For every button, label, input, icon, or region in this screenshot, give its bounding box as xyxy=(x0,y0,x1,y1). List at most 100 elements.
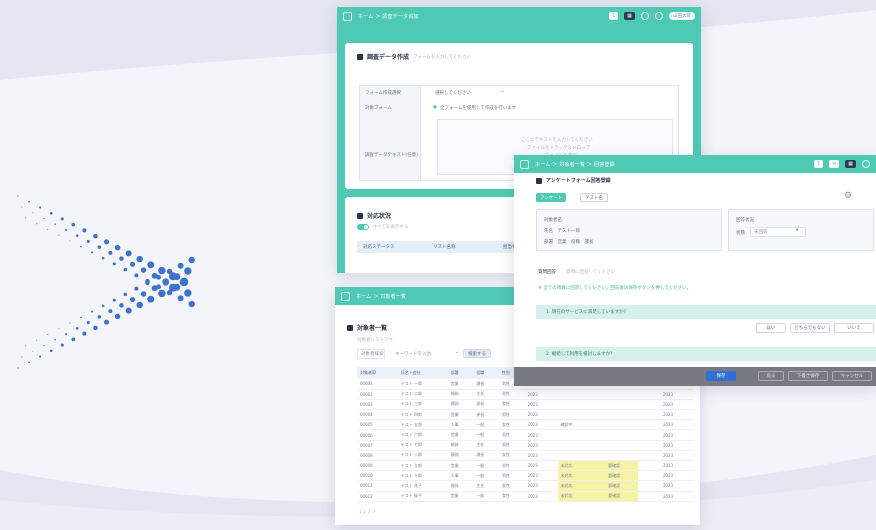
table-row[interactable]: 00008 テスト 八郎 開発 課長 女性 2023 2023 xyxy=(357,450,693,462)
save-button[interactable]: 保存 xyxy=(706,371,736,381)
table-cell: 2023 xyxy=(524,409,558,421)
filter-dropdown-icon[interactable]: ⌄ xyxy=(455,350,459,355)
filter-label: 対象者検索 xyxy=(361,352,384,357)
arrow-dot xyxy=(75,234,79,237)
draft-button[interactable]: 下書き保存 xyxy=(788,371,828,381)
arrow-dot xyxy=(112,298,116,302)
table-cell: 00010 xyxy=(357,470,398,482)
chevron-down-icon[interactable]: ⌄ xyxy=(501,89,505,94)
status-select-chevron-icon[interactable]: ▾ xyxy=(796,228,798,233)
answer-heading-title: アンケートフォーム回答登録 xyxy=(546,178,611,184)
arrow-dot xyxy=(47,334,49,336)
field3-label: 調査データテキスト(任意) xyxy=(365,153,418,158)
page-indicator[interactable]: 1 xyxy=(609,12,619,20)
table-cell: 女性 xyxy=(498,480,525,492)
table-cell: 2023 xyxy=(659,470,693,482)
arrow-dot xyxy=(136,255,143,263)
table-cell xyxy=(638,389,649,400)
column-header[interactable]: 氏名・会社 xyxy=(397,367,448,379)
arrow-dot xyxy=(158,289,166,298)
field2-value: 全フォームを使用して作成を行います xyxy=(440,106,517,111)
filter-field[interactable]: 対象者検索 xyxy=(357,349,385,359)
table-cell: 00003 xyxy=(357,399,398,411)
table-row[interactable]: 00006 テスト 六郎 営業 一般 男性 2023 2023 xyxy=(357,429,693,441)
filter-keyword-input[interactable]: キーワードを入力 xyxy=(391,349,453,359)
user-badge[interactable]: 山田太郎 xyxy=(669,12,695,20)
page-indicator[interactable]: 1 xyxy=(813,160,824,168)
arrow-dot xyxy=(91,310,94,313)
arrow-dot xyxy=(71,337,76,342)
arrow-dot xyxy=(71,222,76,227)
table-cell: 00004 xyxy=(357,409,398,421)
table-cell: 未対応 xyxy=(557,480,606,492)
arrow-dot xyxy=(21,206,23,208)
cancel-button[interactable]: キャンセル xyxy=(832,371,872,381)
menu-icon[interactable] xyxy=(343,11,352,21)
answer-window-title: ホーム ＞ 対象者一覧 ＞ 回答登録 xyxy=(535,161,615,168)
tab-survey[interactable]: アンケート xyxy=(536,193,567,202)
table-row[interactable]: 00007 テスト 七郎 総務 主任 男性 2023 2023 xyxy=(357,440,693,451)
answer-yes-button[interactable]: はい xyxy=(756,323,786,333)
table-cell: 要確認 xyxy=(605,460,639,472)
table-row[interactable]: 00004 テスト 四郎 営業 係長 男性 2023 2023 xyxy=(357,409,693,421)
table-row[interactable]: 00010 テスト 十郎 人事 一般 男性 2023 未対応 要確認 2023 xyxy=(357,470,693,482)
pager[interactable]: 1 2 3 ＞ xyxy=(359,509,376,515)
table-cell xyxy=(649,480,660,492)
table-cell: 一般 xyxy=(473,419,499,431)
bell-icon[interactable] xyxy=(862,160,870,168)
arrow-dot xyxy=(54,338,56,341)
table-row[interactable]: 00002 テスト 二郎 総務 主任 男性 2023 2023 xyxy=(357,389,693,400)
survey-sub: 質問に回答してください xyxy=(566,270,616,275)
arrow-dot xyxy=(162,279,169,286)
table-cell: 営業 xyxy=(447,429,474,441)
grid-icon[interactable]: ▦ xyxy=(624,12,635,20)
arrow-dot xyxy=(39,206,42,209)
field1-select[interactable]: 選択してください xyxy=(435,90,471,96)
arrow-dot xyxy=(108,309,113,314)
back-button[interactable]: 戻る xyxy=(758,371,784,381)
table-row[interactable]: 00009 テスト 九郎 営業 一般 男性 2023 未対応 要確認 2023 xyxy=(357,460,693,472)
help-icon[interactable] xyxy=(655,12,663,20)
column-header[interactable]: 役職 xyxy=(473,367,499,379)
answer-no-button[interactable]: いいえ xyxy=(834,323,874,333)
arrow-dot xyxy=(17,367,19,369)
bell-icon[interactable] xyxy=(641,12,649,20)
table-cell: 女性 xyxy=(498,419,525,431)
table-cell: 営業 xyxy=(447,409,474,421)
column-header[interactable]: 部署 xyxy=(447,367,474,379)
table-cell xyxy=(638,480,649,492)
table-cell xyxy=(649,460,660,472)
radio-checked-icon[interactable]: ● xyxy=(433,105,437,110)
menu-icon[interactable] xyxy=(520,159,529,169)
list-icon[interactable]: ≡ xyxy=(829,160,840,168)
menu-icon[interactable] xyxy=(341,291,350,301)
table-cell: 男性 xyxy=(498,440,525,451)
table-cell: 開発 xyxy=(447,450,474,462)
flag-icon xyxy=(357,212,363,219)
table-cell xyxy=(638,491,649,502)
table-row[interactable]: 00011 テスト 花子 開発 主任 女性 2023 未対応 要確認 2023 xyxy=(357,480,693,492)
table-row[interactable]: 00005 テスト 五郎 人事 一般 女性 2023 確認中 2023 xyxy=(357,419,693,431)
show-all-toggle[interactable] xyxy=(357,224,369,230)
table-cell: 2023 xyxy=(524,480,558,492)
table-cell: テスト 一郎 xyxy=(397,379,448,390)
table-row[interactable]: 00012 テスト 桜子 営業 一般 女性 2023 未対応 要確認 2023 xyxy=(357,491,693,502)
list-heading: 対象者一覧 xyxy=(347,323,387,332)
table-cell: 00009 xyxy=(357,460,398,472)
arrow-dot xyxy=(156,274,161,280)
table-cell: 2023 xyxy=(659,429,693,441)
search-button[interactable]: 検索する xyxy=(463,349,491,358)
table-cell: 2023 xyxy=(659,399,693,411)
field1-label: フォーム作成選択 xyxy=(365,91,401,96)
arrow-dot xyxy=(86,321,90,325)
table-row[interactable]: 00003 テスト 三郎 開発 部長 女性 2023 2023 xyxy=(357,399,693,411)
table-cell: テスト 九郎 xyxy=(397,460,448,472)
answer-neutral-button[interactable]: どちらでもない xyxy=(790,323,830,333)
gear-icon[interactable]: ⚙ xyxy=(844,191,852,201)
tab-test[interactable]: テスト名 xyxy=(580,193,608,202)
grid-icon[interactable]: ▦ xyxy=(845,160,856,168)
arrow-dot xyxy=(49,349,53,353)
table-cell: 女性 xyxy=(498,450,525,462)
table-cell xyxy=(649,409,660,421)
column-header[interactable]: 対象者ID xyxy=(357,367,398,379)
